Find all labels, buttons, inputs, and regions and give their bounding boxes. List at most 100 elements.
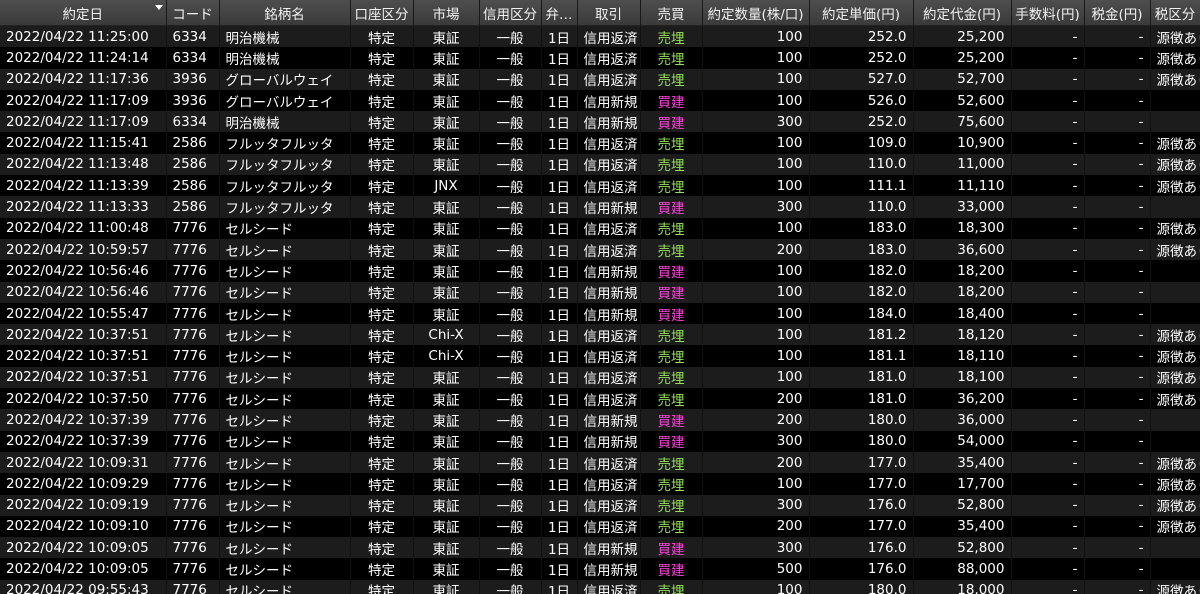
cell-fee: - [1011,366,1085,389]
table-row[interactable]: 2022/04/22 11:17:09 6334 明治機械 特定 東証 一般 1日 信用新規買… [0,111,1200,133]
column-header-trade-date[interactable]: 約定日 [0,0,167,26]
cell-trade-date: 2022/04/22 10:09:29 [0,473,167,495]
cell-code: 7776 [166,473,220,495]
table-row[interactable]: 2022/04/22 10:37:50 7776 セルシード 特定 東証 一般 1日 信用返済… [0,388,1200,410]
column-header-quantity[interactable]: 約定数量(株/口) [702,0,810,26]
table-body: 2022/04/22 11:25:00 6334 明治機械 特定 東証 一般 1日 信用返済売… [0,25,1200,594]
table-row[interactable]: 2022/04/22 09:55:43 7776 セルシード 特定 東証 一般 1日 信用返済… [0,579,1200,594]
column-header-credit-type[interactable]: 信用区分 [479,0,542,26]
cell-market: 東証 [413,451,480,474]
cell-buy-sell: 売埋 [640,217,703,239]
column-header-tax[interactable]: 税金(円) [1084,0,1151,26]
cell-amount: 36,200 [913,388,1012,410]
cell-name: セルシード [219,324,351,346]
cell-unit-price: 177.0 [809,473,914,495]
cell-market: 東証 [413,25,480,48]
column-header-buy-sell[interactable]: 売買 [640,0,703,26]
cell-code: 7776 [166,366,220,389]
column-header-market[interactable]: 市場 [413,0,480,26]
column-header-amount[interactable]: 約定代金(円) [913,0,1012,26]
table-row[interactable]: 2022/04/22 11:13:48 2586 フルッタフルッタ 特定 東証 一般 1日信… [0,153,1200,176]
cell-trade-date: 2022/04/22 11:13:48 [0,153,167,176]
cell-transaction: 信用新規 [577,260,641,282]
cell-quantity: 200 [702,515,810,538]
cell-amount: 11,110 [913,175,1012,197]
table-row[interactable]: 2022/04/22 11:25:00 6334 明治機械 特定 東証 一般 1日 信用返済売… [0,25,1200,48]
cell-name: 明治機械 [219,111,351,133]
cell-tax-category: 源徴あり [1150,132,1200,154]
table-row[interactable]: 2022/04/22 10:37:51 7776 セルシード 特定 Chi-X 一般 1日信… [0,345,1200,367]
cell-credit-type: 一般 [479,175,542,197]
cell-account-type: 特定 [350,324,414,346]
table-row[interactable]: 2022/04/22 10:09:19 7776 セルシード 特定 東証 一般 1日 信用返済… [0,494,1200,516]
table-row[interactable]: 2022/04/22 11:24:14 6334 明治機械 特定 東証 一般 1日 信用返済売… [0,47,1200,69]
table-row[interactable]: 2022/04/22 10:09:29 7776 セルシード 特定 東証 一般 1日 信用返済… [0,473,1200,495]
cell-amount: 25,200 [913,47,1012,69]
column-header-name[interactable]: 銘柄名 [219,0,351,26]
column-header-fee[interactable]: 手数料(円) [1011,0,1085,26]
table-row[interactable]: 2022/04/22 10:09:31 7776 セルシード 特定 東証 一般 1日 信用返済… [0,451,1200,474]
table-row[interactable]: 2022/04/22 10:37:39 7776 セルシード 特定 東証 一般 1日 信用新規… [0,409,1200,431]
cell-quantity: 100 [702,132,810,154]
cell-tax-category [1150,409,1200,431]
cell-credit-type: 一般 [479,281,542,303]
table-row[interactable]: 2022/04/22 11:13:33 2586 フルッタフルッタ 特定 東証 一般 1日信… [0,196,1200,218]
cell-account-type: 特定 [350,25,414,48]
cell-tax-category [1150,89,1200,112]
table-row[interactable]: 2022/04/22 11:15:41 2586 フルッタフルッタ 特定 東証 一般 1日信… [0,132,1200,154]
cell-repayment-term: 1日 [541,366,578,389]
table-row[interactable]: 2022/04/22 10:37:51 7776 セルシード 特定 東証 一般 1日 信用返済… [0,366,1200,389]
cell-market: 東証 [413,473,480,495]
cell-amount: 18,300 [913,217,1012,239]
table-row[interactable]: 2022/04/22 11:17:09 3936 グローバルウェイ 特定 東証 一般 1日信… [0,89,1200,112]
cell-account-type: 特定 [350,281,414,303]
table-row[interactable]: 2022/04/22 11:00:48 7776 セルシード 特定 東証 一般 1日 信用返済… [0,217,1200,239]
table-row[interactable]: 2022/04/22 10:59:57 7776 セルシード 特定 東証 一般 1日 信用返済… [0,238,1200,261]
table-row[interactable]: 2022/04/22 11:17:36 3936 グローバルウェイ 特定 東証 一般 1日信… [0,68,1200,90]
cell-tax-category: 源徴あり [1150,324,1200,346]
cell-code: 7776 [166,558,220,580]
table-row[interactable]: 2022/04/22 10:56:46 7776 セルシード 特定 東証 一般 1日 信用新規… [0,281,1200,303]
cell-transaction: 信用新規 [577,430,641,452]
cell-tax: - [1084,281,1151,303]
cell-unit-price: 181.1 [809,345,914,367]
cell-code: 7776 [166,388,220,410]
column-header-unit-price[interactable]: 約定単価(円) [809,0,914,26]
cell-unit-price: 181.2 [809,324,914,346]
table-row[interactable]: 2022/04/22 11:13:39 2586 フルッタフルッタ 特定 JNX 一般 1日… [0,175,1200,197]
cell-account-type: 特定 [350,366,414,389]
cell-tax: - [1084,473,1151,495]
cell-fee: - [1011,537,1085,559]
cell-account-type: 特定 [350,494,414,516]
table-row[interactable]: 2022/04/22 10:09:05 7776 セルシード 特定 東証 一般 1日 信用新規… [0,558,1200,580]
cell-transaction: 信用返済 [577,153,641,176]
table-row[interactable]: 2022/04/22 10:37:39 7776 セルシード 特定 東証 一般 1日 信用新規… [0,430,1200,452]
cell-transaction: 信用返済 [577,217,641,239]
table-row[interactable]: 2022/04/22 10:55:47 7776 セルシード 特定 東証 一般 1日 信用新規… [0,302,1200,325]
table-row[interactable]: 2022/04/22 10:56:46 7776 セルシード 特定 東証 一般 1日 信用新規… [0,260,1200,282]
trade-history-table: 約定日 コード 銘柄名 口座区分 市場 信用区分 弁… 取引 売買 約定数量(株… [0,0,1200,594]
cell-amount: 54,000 [913,430,1012,452]
cell-tax: - [1084,558,1151,580]
table-row[interactable]: 2022/04/22 10:09:10 7776 セルシード 特定 東証 一般 1日 信用返済… [0,515,1200,538]
column-header-transaction[interactable]: 取引 [577,0,641,26]
cell-quantity: 200 [702,409,810,431]
column-header-tax-category[interactable]: 税区分 [1150,0,1200,26]
cell-repayment-term: 1日 [541,451,578,474]
cell-unit-price: 180.0 [809,430,914,452]
table-row[interactable]: 2022/04/22 10:37:51 7776 セルシード 特定 Chi-X 一般 1日信… [0,324,1200,346]
cell-fee: - [1011,515,1085,538]
cell-quantity: 100 [702,217,810,239]
table-row[interactable]: 2022/04/22 10:09:05 7776 セルシード 特定 東証 一般 1日 信用新規… [0,537,1200,559]
cell-name: セルシード [219,473,351,495]
column-header-repayment-term[interactable]: 弁… [541,0,578,26]
cell-unit-price: 110.0 [809,153,914,176]
cell-credit-type: 一般 [479,47,542,69]
cell-unit-price: 252.0 [809,25,914,48]
cell-tax-category [1150,302,1200,325]
cell-tax: - [1084,47,1151,69]
column-header-account-type[interactable]: 口座区分 [350,0,414,26]
column-header-code[interactable]: コード [166,0,220,26]
cell-name: セルシード [219,345,351,367]
cell-tax: - [1084,196,1151,218]
